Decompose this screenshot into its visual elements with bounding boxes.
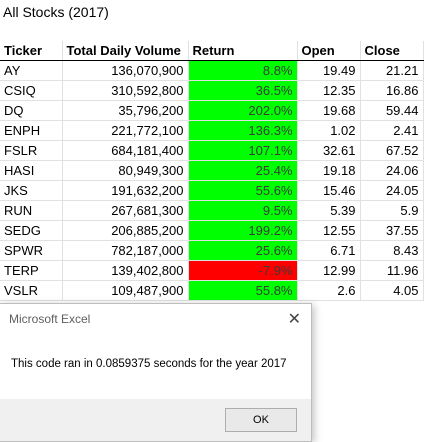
header-close[interactable]: Close [360, 41, 424, 61]
cell-volume[interactable]: 136,070,900 [62, 60, 189, 81]
table-row: RUN 267,681,300 9.5% 5.39 5.9 [0, 200, 424, 221]
cell-return[interactable]: 8.8% [188, 60, 298, 81]
cell-open[interactable]: 2.6 [297, 280, 361, 301]
cell-ticker[interactable]: ENPH [0, 120, 63, 141]
close-icon[interactable]: ✕ [288, 309, 301, 329]
cell-close[interactable]: 16.86 [360, 80, 424, 101]
cell-volume[interactable]: 206,885,200 [62, 220, 189, 241]
header-return[interactable]: Return [188, 41, 298, 61]
table-row: JKS 191,632,200 55.6% 15.46 24.05 [0, 180, 424, 201]
cell-volume[interactable]: 191,632,200 [62, 180, 189, 201]
dialog-message: This code ran in 0.0859375 seconds for t… [11, 358, 287, 370]
cell-return[interactable]: -7.9% [188, 260, 298, 281]
cell-return[interactable]: 55.6% [188, 180, 298, 201]
table-row: DQ 35,796,200 202.0% 19.68 59.44 [0, 100, 424, 121]
cell-ticker[interactable]: AY [0, 60, 63, 81]
table-row: VSLR 109,487,900 55.8% 2.6 4.05 [0, 280, 424, 301]
header-total-daily-volume[interactable]: Total Daily Volume [62, 41, 189, 61]
cell-open[interactable]: 6.71 [297, 240, 361, 261]
cell-volume[interactable]: 35,796,200 [62, 100, 189, 121]
cell-close[interactable]: 67.52 [360, 140, 424, 161]
cell-close[interactable]: 5.9 [360, 200, 424, 221]
cell-open[interactable]: 19.18 [297, 160, 361, 181]
cell-return[interactable]: 107.1% [188, 140, 298, 161]
table-row: SEDG 206,885,200 199.2% 12.55 37.55 [0, 220, 424, 241]
table-row: HASI 80,949,300 25.4% 19.18 24.06 [0, 160, 424, 181]
cell-open[interactable]: 19.68 [297, 100, 361, 121]
cell-ticker[interactable]: VSLR [0, 280, 63, 301]
cell-return[interactable]: 25.4% [188, 160, 298, 181]
cell-open[interactable]: 12.55 [297, 220, 361, 241]
cell-open[interactable]: 1.02 [297, 120, 361, 141]
cell-close[interactable]: 4.05 [360, 280, 424, 301]
table-row: AY 136,070,900 8.8% 19.49 21.21 [0, 60, 424, 81]
cell-open[interactable]: 32.61 [297, 140, 361, 161]
cell-close[interactable]: 24.05 [360, 180, 424, 201]
cell-ticker[interactable]: SEDG [0, 220, 63, 241]
cell-ticker[interactable]: HASI [0, 160, 63, 181]
message-dialog: Microsoft Excel ✕ This code ran in 0.085… [0, 303, 312, 442]
table-row: FSLR 684,181,400 107.1% 32.61 67.52 [0, 140, 424, 161]
table-row: SPWR 782,187,000 25.6% 6.71 8.43 [0, 240, 424, 261]
cell-close[interactable]: 37.55 [360, 220, 424, 241]
cell-open[interactable]: 12.99 [297, 260, 361, 281]
cell-ticker[interactable]: SPWR [0, 240, 63, 261]
table-row: CSIQ 310,592,800 36.5% 12.35 16.86 [0, 80, 424, 101]
cell-return[interactable]: 199.2% [188, 220, 298, 241]
cell-volume[interactable]: 80,949,300 [62, 160, 189, 181]
cell-volume[interactable]: 221,772,100 [62, 120, 189, 141]
cell-return[interactable]: 9.5% [188, 200, 298, 221]
cell-ticker[interactable]: RUN [0, 200, 63, 221]
cell-ticker[interactable]: TERP [0, 260, 63, 281]
cell-return[interactable]: 55.8% [188, 280, 298, 301]
cell-return[interactable]: 136.3% [188, 120, 298, 141]
cell-close[interactable]: 59.44 [360, 100, 424, 121]
sheet-title[interactable]: All Stocks (2017) [3, 4, 109, 20]
cell-return[interactable]: 25.6% [188, 240, 298, 261]
cell-close[interactable]: 11.96 [360, 260, 424, 281]
cell-volume[interactable]: 109,487,900 [62, 280, 189, 301]
ok-button[interactable]: OK [225, 408, 297, 432]
stock-table: Ticker Total Daily Volume Return Open Cl… [0, 41, 424, 301]
cell-ticker[interactable]: JKS [0, 180, 63, 201]
table-row: ENPH 221,772,100 136.3% 1.02 2.41 [0, 120, 424, 141]
cell-return[interactable]: 202.0% [188, 100, 298, 121]
cell-ticker[interactable]: DQ [0, 100, 63, 121]
cell-close[interactable]: 24.06 [360, 160, 424, 181]
header-ticker[interactable]: Ticker [0, 41, 63, 61]
cell-ticker[interactable]: FSLR [0, 140, 63, 161]
table-row: TERP 139,402,800 -7.9% 12.99 11.96 [0, 260, 424, 281]
header-open[interactable]: Open [297, 41, 361, 61]
cell-open[interactable]: 19.49 [297, 60, 361, 81]
cell-close[interactable]: 21.21 [360, 60, 424, 81]
cell-volume[interactable]: 267,681,300 [62, 200, 189, 221]
cell-open[interactable]: 15.46 [297, 180, 361, 201]
cell-return[interactable]: 36.5% [188, 80, 298, 101]
header-row: Ticker Total Daily Volume Return Open Cl… [0, 41, 424, 61]
cell-ticker[interactable]: CSIQ [0, 80, 63, 101]
cell-volume[interactable]: 139,402,800 [62, 260, 189, 281]
cell-open[interactable]: 5.39 [297, 200, 361, 221]
cell-volume[interactable]: 684,181,400 [62, 140, 189, 161]
dialog-title: Microsoft Excel [9, 312, 91, 326]
cell-volume[interactable]: 310,592,800 [62, 80, 189, 101]
cell-volume[interactable]: 782,187,000 [62, 240, 189, 261]
cell-close[interactable]: 2.41 [360, 120, 424, 141]
cell-close[interactable]: 8.43 [360, 240, 424, 261]
cell-open[interactable]: 12.35 [297, 80, 361, 101]
dialog-footer: OK [0, 399, 311, 441]
